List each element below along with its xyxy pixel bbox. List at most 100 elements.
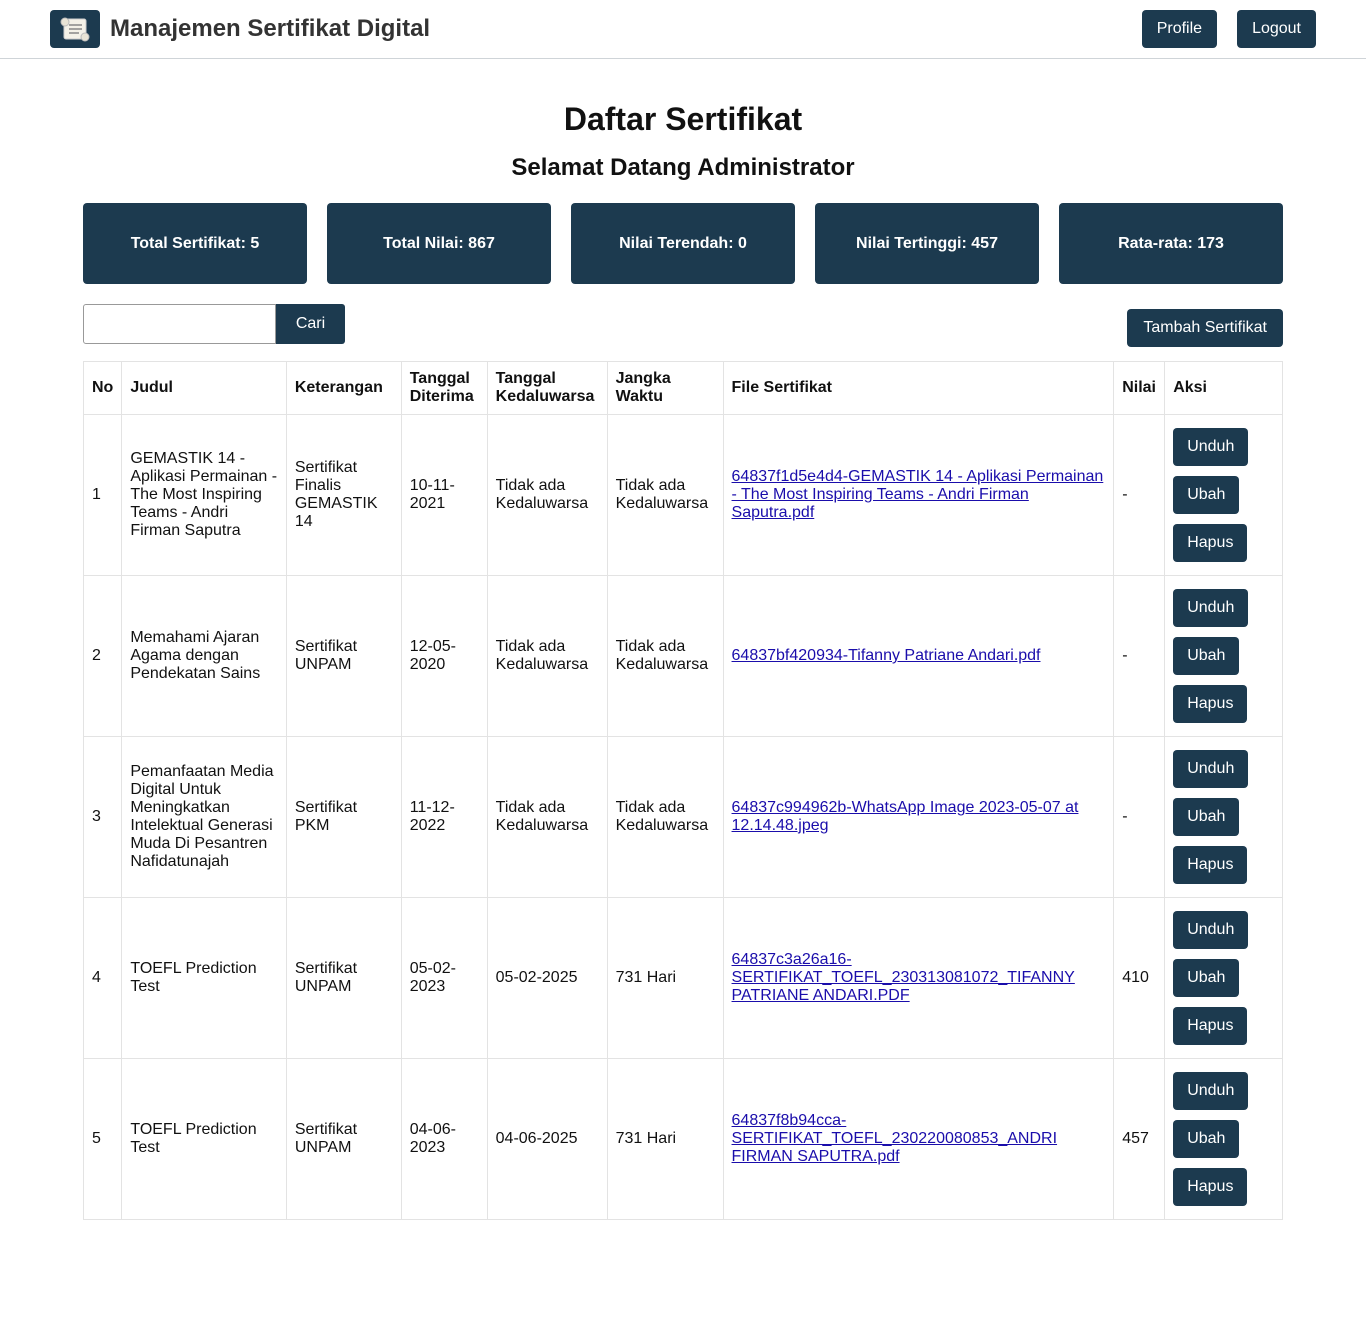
cell-description: Sertifikat UNPAM (285, 575, 402, 737)
cell-actions: Unduh Ubah Hapus (1164, 736, 1283, 898)
cell-score: - (1113, 575, 1166, 737)
nav-actions: Profile Logout (1141, 10, 1316, 48)
cell-no: 2 (82, 575, 123, 737)
download-button[interactable]: Unduh (1173, 1072, 1249, 1110)
delete-button[interactable]: Hapus (1173, 524, 1248, 562)
cell-received-date: 10-11-2021 (400, 414, 488, 576)
stat-total-certificates: Total Sertifikat: 5 (83, 203, 307, 284)
cell-duration: Tidak ada Kedaluwarsa (606, 414, 724, 576)
edit-button[interactable]: Ubah (1173, 798, 1240, 836)
cell-title: TOEFL Prediction Test (121, 1058, 287, 1220)
column-header: Tanggal Diterima (400, 361, 488, 415)
cell-file: 64837c3a26a16-SERTIFIKAT_TOEFL_230313081… (722, 897, 1115, 1059)
cell-received-date: 04-06-2023 (400, 1058, 488, 1220)
cell-title: GEMASTIK 14 - Aplikasi Permainan - The M… (121, 414, 287, 576)
page-title: Daftar Sertifikat (563, 101, 803, 137)
table-row: 4 TOEFL Prediction Test Sertifikat UNPAM… (82, 897, 1283, 1059)
cell-actions: Unduh Ubah Hapus (1164, 575, 1283, 737)
welcome-message: Selamat Datang Administrator (511, 154, 855, 181)
certificate-table: No Judul Keterangan Tanggal Diterima Tan… (82, 361, 1283, 1220)
table-header-row: No Judul Keterangan Tanggal Diterima Tan… (82, 361, 1283, 415)
download-button[interactable]: Unduh (1173, 428, 1249, 466)
column-header: Aksi (1164, 361, 1283, 415)
search-group: Cari (83, 304, 345, 344)
cell-description: Sertifikat Finalis GEMASTIK 14 (285, 414, 402, 576)
search-button[interactable]: Cari (276, 304, 345, 344)
download-button[interactable]: Unduh (1173, 589, 1249, 627)
column-header: Tanggal Kedaluwarsa (486, 361, 608, 415)
cell-duration: Tidak ada Kedaluwarsa (606, 736, 724, 898)
cell-no: 4 (82, 897, 123, 1059)
cell-actions: Unduh Ubah Hapus (1164, 414, 1283, 576)
table-row: 3 Pemanfaatan Media Digital Untuk Mening… (82, 736, 1283, 898)
stat-highest-score: Nilai Tertinggi: 457 (815, 203, 1039, 284)
table-row: 1 GEMASTIK 14 - Aplikasi Permainan - The… (82, 414, 1283, 576)
cell-title: Memahami Ajaran Agama dengan Pendekatan … (121, 575, 287, 737)
edit-button[interactable]: Ubah (1173, 959, 1240, 997)
column-header: Jangka Waktu (606, 361, 724, 415)
cell-actions: Unduh Ubah Hapus (1164, 1058, 1283, 1220)
cell-duration: 731 Hari (606, 897, 724, 1059)
edit-button[interactable]: Ubah (1173, 476, 1240, 514)
cell-duration: Tidak ada Kedaluwarsa (606, 575, 724, 737)
file-link[interactable]: 64837f1d5e4d4-GEMASTIK 14 - Aplikasi Per… (732, 468, 1104, 521)
cell-score: - (1113, 414, 1166, 576)
cell-description: Sertifikat UNPAM (285, 1058, 402, 1220)
cell-received-date: 05-02-2023 (400, 897, 488, 1059)
cell-expiry-date: 05-02-2025 (486, 897, 608, 1059)
table-row: 5 TOEFL Prediction Test Sertifikat UNPAM… (82, 1058, 1283, 1220)
cell-actions: Unduh Ubah Hapus (1164, 897, 1283, 1059)
cell-score: 410 (1113, 897, 1166, 1059)
download-button[interactable]: Unduh (1173, 750, 1249, 788)
table-row: 2 Memahami Ajaran Agama dengan Pendekata… (82, 575, 1283, 737)
file-link[interactable]: 64837bf420934-Tifanny Patriane Andari.pd… (732, 647, 1041, 664)
cell-received-date: 11-12-2022 (400, 736, 488, 898)
cell-title: TOEFL Prediction Test (121, 897, 287, 1059)
stat-total-score: Total Nilai: 867 (327, 203, 551, 284)
toolbar: Cari Tambah Sertifikat (0, 304, 1366, 361)
cell-expiry-date: Tidak ada Kedaluwarsa (486, 414, 608, 576)
cell-no: 3 (82, 736, 123, 898)
delete-button[interactable]: Hapus (1173, 1007, 1248, 1045)
stats-row: Total Sertifikat: 5 Total Nilai: 867 Nil… (0, 203, 1366, 284)
file-link[interactable]: 64837c3a26a16-SERTIFIKAT_TOEFL_230313081… (732, 951, 1075, 1004)
column-header: Keterangan (285, 361, 402, 415)
cell-description: Sertifikat PKM (285, 736, 402, 898)
cell-no: 5 (82, 1058, 123, 1220)
delete-button[interactable]: Hapus (1173, 685, 1248, 723)
cell-expiry-date: Tidak ada Kedaluwarsa (486, 575, 608, 737)
cell-duration: 731 Hari (606, 1058, 724, 1220)
cell-received-date: 12-05-2020 (400, 575, 488, 737)
search-input[interactable] (83, 304, 276, 344)
column-header: No (82, 361, 123, 415)
stat-average-score: Rata-rata: 173 (1059, 203, 1283, 284)
cell-file: 64837f1d5e4d4-GEMASTIK 14 - Aplikasi Per… (722, 414, 1115, 576)
cell-title: Pemanfaatan Media Digital Untuk Meningka… (121, 736, 287, 898)
cell-score: - (1113, 736, 1166, 898)
cell-file: 64837bf420934-Tifanny Patriane Andari.pd… (722, 575, 1115, 737)
cell-no: 1 (82, 414, 123, 576)
scroll-icon (50, 10, 100, 48)
delete-button[interactable]: Hapus (1173, 846, 1248, 884)
cell-expiry-date: Tidak ada Kedaluwarsa (486, 736, 608, 898)
cell-score: 457 (1113, 1058, 1166, 1220)
column-header: File Sertifikat (722, 361, 1115, 415)
column-header: Nilai (1113, 361, 1166, 415)
edit-button[interactable]: Ubah (1173, 1120, 1240, 1158)
cell-file: 64837c994962b-WhatsApp Image 2023-05-07 … (722, 736, 1115, 898)
file-link[interactable]: 64837c994962b-WhatsApp Image 2023-05-07 … (732, 799, 1079, 834)
download-button[interactable]: Unduh (1173, 911, 1249, 949)
add-certificate-button[interactable]: Tambah Sertifikat (1127, 309, 1283, 347)
cell-description: Sertifikat UNPAM (285, 897, 402, 1059)
app-title: Manajemen Sertifikat Digital (110, 15, 431, 42)
column-header: Judul (121, 361, 287, 415)
file-link[interactable]: 64837f8b94cca-SERTIFIKAT_TOEFL_230220080… (732, 1112, 1058, 1165)
stat-lowest-score: Nilai Terendah: 0 (571, 203, 795, 284)
profile-button[interactable]: Profile (1141, 10, 1218, 48)
edit-button[interactable]: Ubah (1173, 637, 1240, 675)
brand: Manajemen Sertifikat Digital (50, 10, 430, 48)
delete-button[interactable]: Hapus (1173, 1168, 1248, 1206)
top-navbar: Manajemen Sertifikat Digital Profile Log… (0, 0, 1366, 59)
cell-expiry-date: 04-06-2025 (486, 1058, 608, 1220)
logout-button[interactable]: Logout (1237, 10, 1316, 48)
